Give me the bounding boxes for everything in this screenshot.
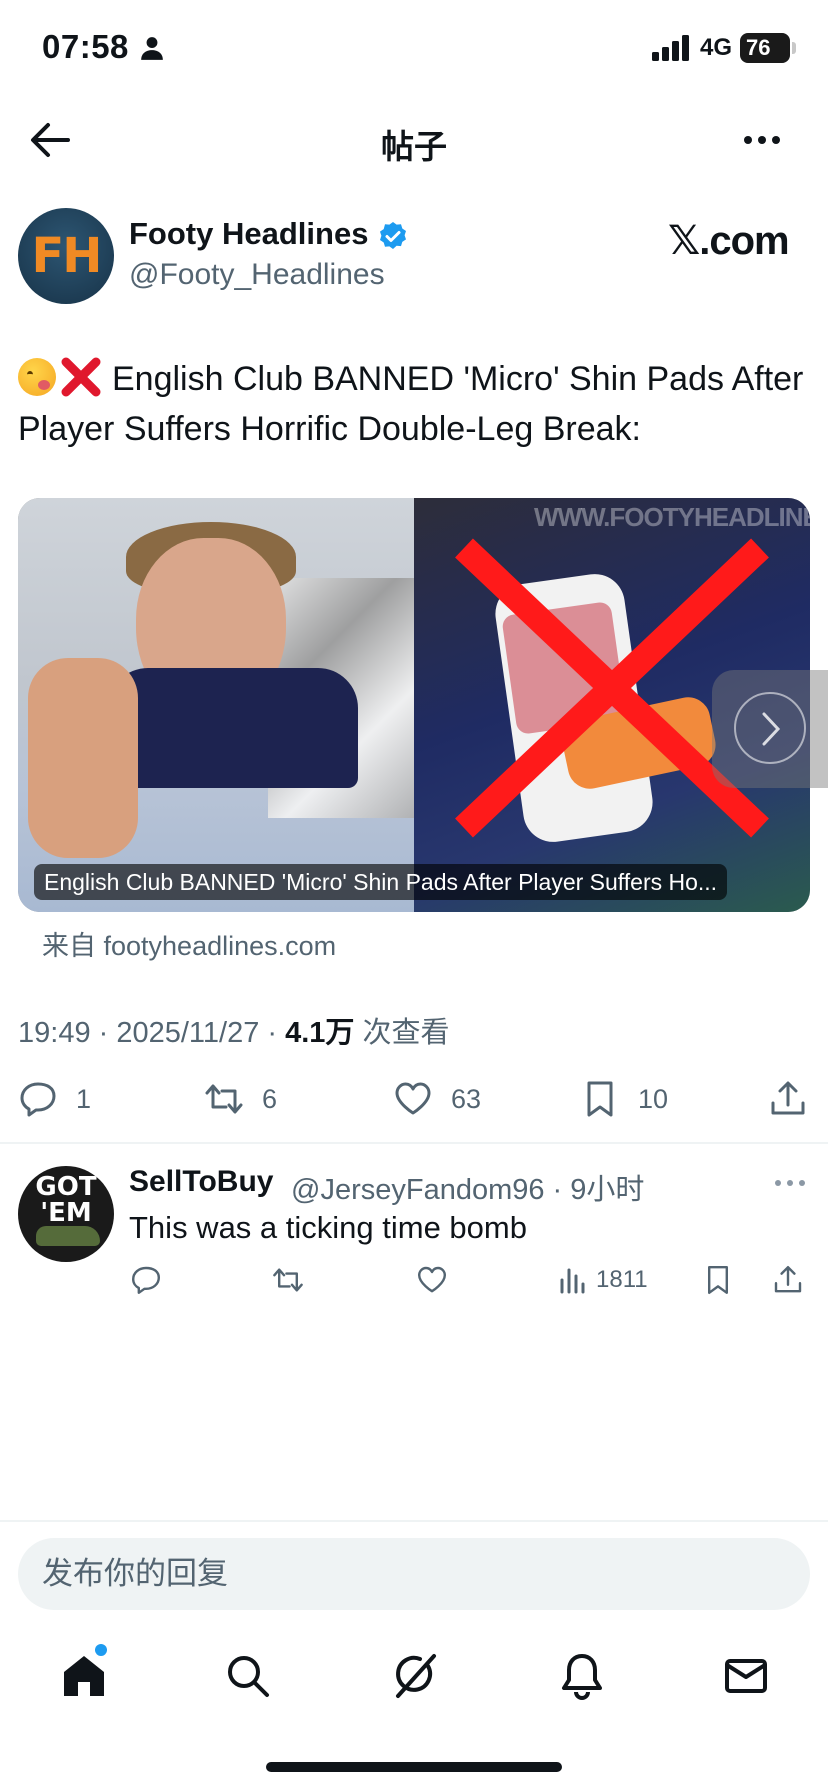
divider xyxy=(0,1142,828,1144)
mail-icon xyxy=(725,1659,767,1693)
reply-bubble-icon xyxy=(20,1082,56,1117)
grok-icon xyxy=(396,1654,436,1698)
reply-bubble-icon xyxy=(132,1266,160,1294)
battery-cap xyxy=(792,42,796,54)
share-icon xyxy=(771,1081,805,1115)
woozy-face-emoji-icon xyxy=(18,358,56,396)
status-time: 07:58 xyxy=(42,28,129,65)
author-handle[interactable]: @Footy_Headlines xyxy=(129,258,385,292)
bookmark-icon xyxy=(708,1266,728,1294)
tweet-timestamp: 19:49 · 2025/11/27 · xyxy=(18,1017,286,1049)
person-icon xyxy=(141,37,163,60)
x-com-logo: 𝕏.com xyxy=(668,219,790,263)
verified-badge-icon xyxy=(380,222,406,249)
author-avatar[interactable]: FH xyxy=(18,208,114,304)
bookmark-count: 10 xyxy=(638,1083,669,1114)
share-button[interactable] xyxy=(768,1076,826,1122)
reply-handle-time[interactable]: @JerseyFandom96 · 9小时 xyxy=(291,1166,644,1208)
analytics-bars-icon xyxy=(560,1268,585,1294)
more-options-icon[interactable] xyxy=(742,126,782,154)
carousel-next-button[interactable] xyxy=(712,670,828,788)
repost-button[interactable]: 6 xyxy=(204,1076,277,1122)
media-photo-player xyxy=(18,498,414,912)
nav-notifications[interactable] xyxy=(556,1650,608,1702)
chevron-right-icon xyxy=(762,712,781,746)
player-shirt xyxy=(108,668,358,788)
reply-avatar[interactable]: GOT 'EM xyxy=(18,1166,114,1262)
battery-indicator: 76 xyxy=(740,33,790,63)
share-icon xyxy=(774,1266,802,1293)
reply-like-button[interactable] xyxy=(416,1262,454,1298)
reply-input[interactable] xyxy=(18,1538,810,1610)
reply-more-icon[interactable] xyxy=(774,1175,806,1191)
like-count: 63 xyxy=(451,1083,482,1114)
reply-author-name[interactable]: SellToBuy xyxy=(129,1165,273,1199)
reply-bookmark-button[interactable] xyxy=(702,1262,740,1298)
repost-icon xyxy=(273,1268,303,1292)
reply-share-button[interactable] xyxy=(772,1262,810,1298)
nav-home[interactable] xyxy=(58,1650,110,1702)
signal-icon xyxy=(652,35,689,61)
reply-views-button[interactable]: 1811 xyxy=(558,1262,648,1298)
reply-views-count: 1811 xyxy=(596,1266,648,1293)
nav-messages[interactable] xyxy=(720,1650,772,1702)
search-icon xyxy=(228,1656,269,1697)
bookmark-button[interactable]: 10 xyxy=(580,1076,668,1122)
reply-button[interactable]: 1 xyxy=(18,1076,91,1122)
network-type: 4G xyxy=(700,34,733,61)
media-card[interactable]: WWW.FOOTYHEADLINES.COM English Club BANN… xyxy=(18,498,810,912)
thumbs-up-hand xyxy=(28,658,138,858)
heart-icon xyxy=(418,1266,446,1293)
red-cross-emoji-icon xyxy=(61,357,101,397)
views-label: 次查看 xyxy=(354,1017,450,1049)
repost-icon xyxy=(205,1084,243,1114)
composer-divider xyxy=(0,1520,828,1522)
nav-search[interactable] xyxy=(222,1650,274,1702)
home-icon xyxy=(64,1656,104,1696)
sneaker-image xyxy=(36,1226,100,1246)
author-name[interactable]: Footy Headlines xyxy=(129,216,368,252)
notification-dot xyxy=(95,1644,107,1656)
page-title: 帖子 xyxy=(381,128,447,165)
bell-icon xyxy=(562,1654,602,1700)
tweet-meta: 19:49 · 2025/11/27 · 4.1万 次查看 xyxy=(18,1009,450,1051)
reply-text: This was a ticking time bomb xyxy=(129,1210,527,1245)
media-source-link[interactable]: 来自 footyheadlines.com xyxy=(42,924,336,963)
views-count: 4.1万 xyxy=(285,1017,355,1049)
reply-reply-button[interactable] xyxy=(130,1262,168,1298)
home-indicator xyxy=(266,1762,562,1772)
tweet-body-text: English Club BANNED 'Micro' Shin Pads Af… xyxy=(18,360,804,448)
media-caption: English Club BANNED 'Micro' Shin Pads Af… xyxy=(34,864,728,900)
heart-icon xyxy=(395,1082,431,1115)
bookmark-icon xyxy=(587,1081,613,1117)
reply-avatar-text: GOT 'EM xyxy=(35,1172,97,1228)
repost-count: 6 xyxy=(262,1083,278,1114)
avatar-logo-text: FH xyxy=(31,228,103,284)
reply-count: 1 xyxy=(76,1083,92,1114)
tweet-text: English Club BANNED 'Micro' Shin Pads Af… xyxy=(18,354,808,454)
nav-grok[interactable] xyxy=(388,1650,440,1702)
reply-repost-button[interactable] xyxy=(272,1262,310,1298)
like-button[interactable]: 63 xyxy=(393,1076,481,1122)
